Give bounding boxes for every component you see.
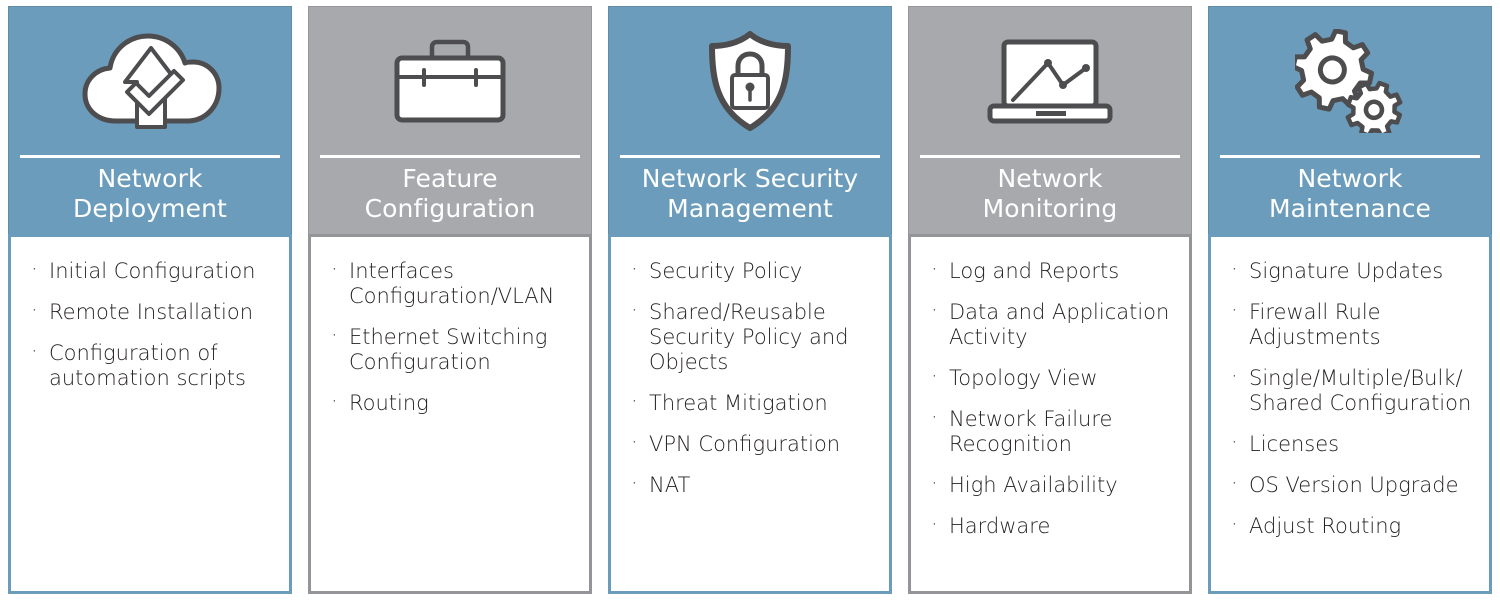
title-line-1: Network: [97, 164, 203, 193]
column-body-network-monitoring: Log and Reports Data and Application Act…: [908, 234, 1192, 594]
shield-lock-icon: [609, 7, 891, 155]
column-network-maintenance: Network Maintenance Signature Updates Fi…: [1200, 0, 1500, 601]
list-item: Security Policy: [627, 257, 879, 284]
toolbox-icon: [309, 7, 591, 155]
column-network-deployment: Network Deployment Initial Configuration…: [0, 0, 300, 601]
laptop-chart-icon: [909, 7, 1191, 155]
bullet-list-network-maintenance: Signature Updates Firewall Rule Adjustme…: [1227, 257, 1479, 539]
list-item: High Availability: [927, 471, 1179, 498]
column-feature-configuration: Feature Configuration Interfaces Configu…: [300, 0, 600, 601]
bullet-list-network-security-management: Security Policy Shared/Reusable Security…: [627, 257, 879, 498]
list-item: Topology View: [927, 364, 1179, 391]
column-body-feature-configuration: Interfaces Configuration/VLAN Ethernet S…: [308, 234, 592, 594]
list-item: Remote Installation: [27, 298, 279, 325]
column-header-network-security-management: Network Security Management: [608, 6, 892, 234]
column-header-network-maintenance: Network Maintenance: [1208, 6, 1492, 234]
title-line-1: Network Security: [641, 164, 859, 193]
list-item: Single/Multiple/Bulk/ Shared Configurati…: [1227, 364, 1479, 416]
list-item: Hardware: [927, 512, 1179, 539]
list-item: Licenses: [1227, 430, 1479, 457]
cloud-sync-icon: [9, 7, 291, 155]
column-body-network-maintenance: Signature Updates Firewall Rule Adjustme…: [1208, 234, 1492, 594]
list-item: Adjust Routing: [1227, 512, 1479, 539]
list-item: Signature Updates: [1227, 257, 1479, 284]
column-title-network-monitoring: Network Monitoring: [909, 158, 1191, 234]
list-item: Log and Reports: [927, 257, 1179, 284]
column-network-monitoring: Network Monitoring Log and Reports Data …: [900, 0, 1200, 601]
title-line-1: Network: [1297, 164, 1403, 193]
feature-panel-board: Network Deployment Initial Configuration…: [0, 0, 1500, 601]
list-item: Routing: [327, 389, 579, 416]
list-item: Shared/Reusable Security Policy and Obje…: [627, 298, 879, 375]
column-body-network-deployment: Initial Configuration Remote Installatio…: [8, 234, 292, 594]
title-line-2: Maintenance: [1268, 194, 1432, 223]
list-item: VPN Configuration: [627, 430, 879, 457]
list-item: Ethernet Switching Configuration: [327, 323, 579, 375]
list-item: Threat Mitigation: [627, 389, 879, 416]
column-network-security-management: Network Security Management Security Pol…: [600, 0, 900, 601]
list-item: Configuration of automation scripts: [27, 339, 279, 391]
title-line-1: Feature: [402, 164, 498, 193]
title-line-2: Deployment: [73, 194, 227, 223]
column-title-network-maintenance: Network Maintenance: [1209, 158, 1491, 234]
column-header-network-deployment: Network Deployment: [8, 6, 292, 234]
title-line-2: Management: [667, 194, 833, 223]
list-item: Data and Application Activity: [927, 298, 1179, 350]
title-line-1: Network: [997, 164, 1103, 193]
title-line-2: Monitoring: [982, 194, 1118, 223]
bullet-list-network-deployment: Initial Configuration Remote Installatio…: [27, 257, 279, 391]
column-title-network-deployment: Network Deployment: [9, 158, 291, 234]
bullet-list-network-monitoring: Log and Reports Data and Application Act…: [927, 257, 1179, 539]
list-item: Initial Configuration: [27, 257, 279, 284]
column-title-network-security-management: Network Security Management: [609, 158, 891, 234]
column-header-network-monitoring: Network Monitoring: [908, 6, 1192, 234]
list-item: Firewall Rule Adjustments: [1227, 298, 1479, 350]
list-item: NAT: [627, 471, 879, 498]
column-title-feature-configuration: Feature Configuration: [309, 158, 591, 234]
bullet-list-feature-configuration: Interfaces Configuration/VLAN Ethernet S…: [327, 257, 579, 416]
title-line-2: Configuration: [364, 194, 536, 223]
list-item: Network Failure Recognition: [927, 405, 1179, 457]
gears-icon: [1209, 7, 1491, 155]
column-body-network-security-management: Security Policy Shared/Reusable Security…: [608, 234, 892, 594]
list-item: Interfaces Configuration/VLAN: [327, 257, 579, 309]
column-header-feature-configuration: Feature Configuration: [308, 6, 592, 234]
list-item: OS Version Upgrade: [1227, 471, 1479, 498]
